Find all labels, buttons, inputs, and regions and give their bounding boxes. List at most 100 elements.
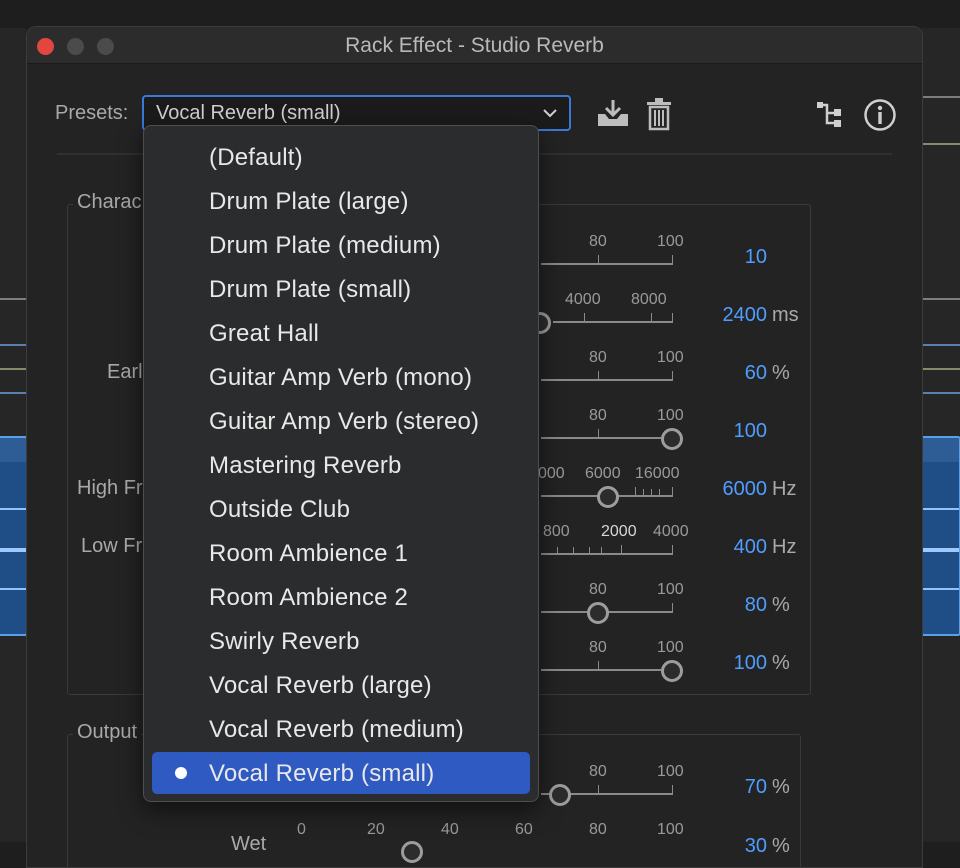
slider-tick (598, 429, 599, 437)
preset-menu-item-label: Vocal Reverb (small) (209, 760, 435, 787)
chevron-down-icon (541, 104, 559, 127)
param-unit: % (772, 652, 790, 674)
title-bar[interactable]: Rack Effect - Studio Reverb (27, 27, 922, 64)
slider-tick (672, 371, 673, 379)
preset-menu-item[interactable]: Drum Plate (large) (152, 180, 530, 222)
preset-menu-item[interactable]: Great Hall (152, 312, 530, 354)
param-value[interactable]: 70 (697, 776, 767, 799)
slider-tick-label: 20 (367, 821, 385, 838)
info-icon[interactable] (863, 98, 897, 137)
slider-tick-label: 100 (657, 581, 684, 598)
background-track-line (921, 368, 960, 370)
slider-tick-label: 4000 (653, 523, 689, 540)
background-track-line (921, 143, 960, 145)
slider-track[interactable] (541, 669, 673, 671)
preset-menu-item-label: Swirly Reverb (209, 628, 360, 655)
slider-tick (643, 489, 644, 495)
clip-waveform (0, 508, 26, 510)
param-value[interactable]: 80 (697, 594, 767, 617)
preset-menu-item[interactable]: Guitar Amp Verb (stereo) (152, 400, 530, 442)
preset-menu-item-selected[interactable]: Vocal Reverb (small) (152, 752, 530, 794)
slider-tick-label: 100 (657, 407, 684, 424)
save-preset-icon[interactable] (595, 97, 631, 134)
param-value[interactable]: 2400 (697, 304, 768, 327)
preset-menu-item[interactable]: Vocal Reverb (large) (152, 664, 530, 706)
slider-tick (598, 371, 599, 379)
slider-thumb[interactable] (597, 486, 619, 508)
preset-menu-item-label: Room Ambience 2 (209, 584, 409, 611)
preset-menu-item-label: Drum Plate (large) (209, 188, 409, 215)
slider-track[interactable] (541, 553, 673, 555)
presets-menu: (Default) Drum Plate (large) Drum Plate … (143, 125, 539, 802)
routing-icon[interactable] (817, 101, 845, 134)
preset-menu-item[interactable]: Room Ambience 1 (152, 532, 530, 574)
slider-tick-label: 100 (657, 233, 684, 250)
preset-menu-item[interactable]: Room Ambience 2 (152, 576, 530, 618)
slider-tick-label: 80 (589, 349, 607, 366)
preset-menu-item-label: (Default) (209, 144, 303, 171)
slider-track[interactable] (541, 379, 673, 381)
param-value[interactable]: 60 (697, 362, 767, 385)
slider-tick (598, 785, 599, 793)
slider-tick (672, 603, 673, 611)
slider-tick (672, 255, 673, 263)
slider-thumb[interactable] (401, 841, 423, 863)
background-track-line (0, 344, 26, 346)
slider-tick-label: 4000 (565, 291, 601, 308)
clip-header (923, 438, 959, 462)
param-unit: Hz (772, 478, 797, 500)
param-value[interactable]: 10 (697, 246, 767, 269)
slider-track[interactable] (541, 437, 673, 439)
param-unit: % (772, 594, 790, 616)
slider-tick (651, 313, 652, 321)
preset-menu-item[interactable]: Drum Plate (medium) (152, 224, 530, 266)
param-value[interactable]: 400 (697, 536, 767, 559)
preset-menu-item[interactable]: Mastering Reverb (152, 444, 530, 486)
clip-waveform (0, 548, 26, 552)
preset-menu-item[interactable]: Drum Plate (small) (152, 268, 530, 310)
slider-track[interactable] (553, 321, 673, 323)
slider-thumb[interactable] (587, 602, 609, 624)
slider-tick-label: 2000 (601, 523, 637, 540)
slider-track[interactable] (541, 263, 673, 265)
clip-header (0, 438, 26, 462)
preset-menu-item[interactable]: Vocal Reverb (medium) (152, 708, 530, 750)
low-frequency-cut-label: Low Fr (81, 535, 143, 557)
slider-tick (672, 785, 673, 793)
preset-menu-item[interactable]: Guitar Amp Verb (mono) (152, 356, 530, 398)
param-unit: Hz (772, 536, 797, 558)
slider-tick-label: 100 (657, 821, 684, 838)
window-title: Rack Effect - Studio Reverb (345, 34, 604, 57)
preset-menu-item[interactable]: (Default) (152, 136, 530, 178)
slider-thumb[interactable] (661, 660, 683, 682)
clip-waveform (923, 588, 959, 590)
slider-tick-label: 80 (589, 639, 607, 656)
clip-waveform (923, 548, 959, 552)
wet-label: Wet (231, 833, 267, 855)
audio-clip-left[interactable] (0, 436, 28, 636)
background-app-right (921, 28, 960, 842)
param-unit: ms (772, 304, 799, 326)
preset-menu-item[interactable]: Outside Club (152, 488, 530, 530)
slider-tick (659, 489, 660, 495)
delete-preset-icon[interactable] (645, 97, 673, 136)
slider-thumb[interactable] (549, 784, 571, 806)
presets-selected-value: Vocal Reverb (small) (156, 102, 341, 124)
preset-menu-item[interactable]: Swirly Reverb (152, 620, 530, 662)
param-unit: % (772, 362, 790, 384)
audio-clip-right[interactable] (921, 436, 960, 636)
param-value[interactable]: 100 (697, 652, 767, 675)
param-value[interactable]: 100 (697, 420, 767, 443)
slider-tick (598, 255, 599, 263)
clip-waveform (923, 508, 959, 510)
param-value[interactable]: 6000 (697, 478, 768, 501)
background-track-line (0, 298, 26, 300)
slider-tick-label: 800 (543, 523, 570, 540)
slider-thumb[interactable] (661, 428, 683, 450)
slider-tick-label: 100 (657, 349, 684, 366)
high-frequency-cut-label: High Fr (77, 477, 143, 499)
slider-tick-label: 80 (589, 581, 607, 598)
preset-menu-item-label: Great Hall (209, 320, 320, 347)
param-value[interactable]: 30 (697, 835, 767, 858)
slider-tick-label: 6000 (585, 465, 621, 482)
